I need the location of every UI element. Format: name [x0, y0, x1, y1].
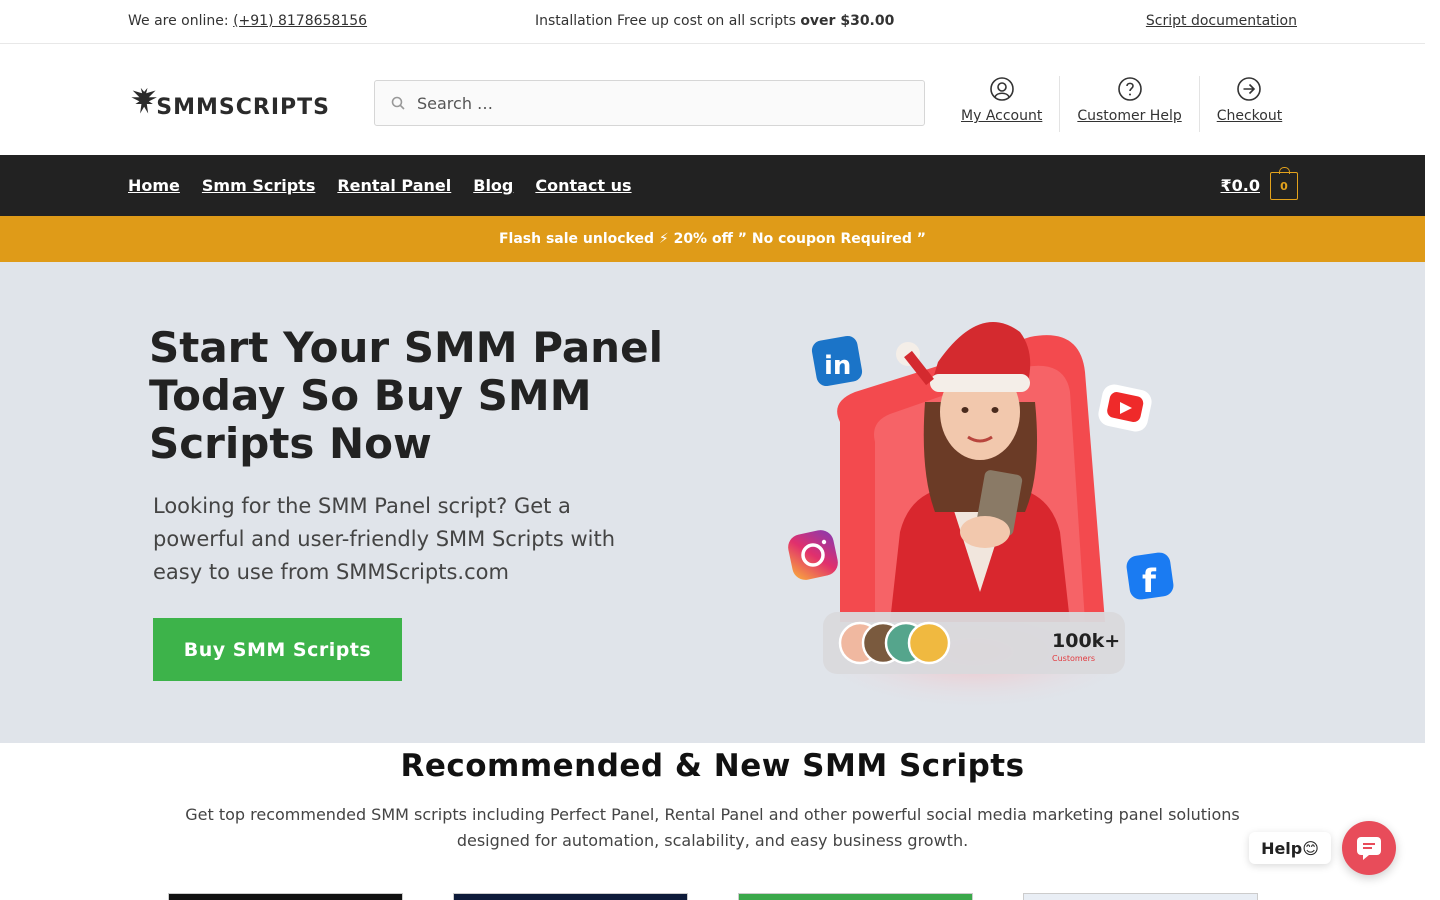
hero-illustration: in f 100k+ Customers [788, 322, 1174, 712]
eagle-logo-icon [131, 87, 157, 114]
product-cards-row [0, 893, 1425, 900]
product-card[interactable] [1023, 893, 1258, 900]
nav-item-home[interactable]: Home [128, 176, 180, 195]
svg-text:in: in [824, 351, 851, 381]
product-card[interactable] [168, 893, 403, 900]
hero-title: Start Your SMM Panel Today So Buy SMM Sc… [149, 323, 663, 468]
nav-item-smm-scripts[interactable]: Smm Scripts [202, 176, 315, 195]
search-input[interactable] [417, 93, 897, 113]
logo-text: SMMSCRIPTS [156, 94, 330, 120]
arrow-circle-right-icon [1237, 77, 1262, 101]
search-box[interactable] [374, 80, 925, 126]
linkedin-icon: in [811, 335, 863, 387]
checkout-label: Checkout [1216, 108, 1283, 124]
product-card[interactable] [453, 893, 688, 900]
help-label: Help😊 [1261, 838, 1319, 858]
svg-text:f: f [1142, 562, 1157, 600]
question-circle-icon [1117, 77, 1142, 101]
search-icon [391, 96, 405, 110]
buy-smm-scripts-button[interactable]: Buy SMM Scripts [153, 618, 402, 681]
my-account-link[interactable]: My Account [944, 76, 1059, 132]
chat-button[interactable] [1342, 821, 1396, 875]
instagram-icon [788, 530, 838, 580]
facebook-icon: f [1126, 552, 1174, 600]
flash-sale-banner: Flash sale unlocked ⚡ 20% off ” No coupo… [0, 216, 1425, 262]
help-chip[interactable]: Help😊 [1249, 832, 1331, 864]
nav-item-blog[interactable]: Blog [473, 176, 513, 195]
checkout-link[interactable]: Checkout [1198, 76, 1300, 132]
site-header: SMMSCRIPTS My Account Customer Help [0, 44, 1425, 155]
promo-text-main: Installation Free up cost on all scripts [535, 13, 796, 29]
cart-count: 0 [1280, 179, 1288, 193]
cart-widget[interactable]: ₹0.0 0 [1220, 167, 1298, 200]
cart-bag-icon: 0 [1270, 167, 1298, 200]
promo-text-bold: over $30.00 [800, 13, 895, 29]
online-info: We are online: (+91) 8178658156 [128, 13, 367, 29]
phone-link[interactable]: (+91) 8178658156 [233, 13, 367, 29]
customer-help-link[interactable]: Customer Help [1059, 76, 1198, 132]
flash-sale-text: Flash sale unlocked ⚡ 20% off ” No coupo… [498, 231, 927, 247]
header-links: My Account Customer Help Checkout [944, 76, 1299, 132]
cart-amount: ₹0.0 [1220, 175, 1260, 195]
my-account-label: My Account [961, 108, 1043, 124]
section-title: Recommended & New SMM Scripts [400, 748, 1025, 784]
product-card[interactable] [738, 893, 973, 900]
badge-label: Customers [1052, 654, 1095, 663]
site-logo[interactable]: SMMSCRIPTS [130, 78, 330, 126]
nav-menu: Home Smm Scripts Rental Panel Blog Conta… [128, 176, 632, 195]
user-circle-icon [989, 77, 1014, 101]
script-documentation-link[interactable]: Script documentation [1146, 13, 1297, 29]
badge-number: 100k+ [1052, 630, 1120, 652]
customer-help-label: Customer Help [1077, 108, 1182, 124]
main-navigation: Home Smm Scripts Rental Panel Blog Conta… [0, 155, 1425, 216]
youtube-icon [1098, 384, 1152, 432]
promo-text: Installation Free up cost on all scripts… [535, 13, 894, 29]
nav-item-rental-panel[interactable]: Rental Panel [337, 176, 451, 195]
section-description: Get top recommended SMM scripts includin… [185, 805, 1240, 850]
hero-subtitle: Looking for the SMM Panel script? Get a … [153, 494, 616, 584]
chat-bubble-icon [1357, 837, 1381, 860]
top-bar: We are online: (+91) 8178658156 Installa… [0, 0, 1425, 44]
nav-item-contact-us[interactable]: Contact us [535, 176, 631, 195]
online-label: We are online: [128, 13, 229, 29]
hero-section: Start Your SMM Panel Today So Buy SMM Sc… [0, 262, 1425, 743]
